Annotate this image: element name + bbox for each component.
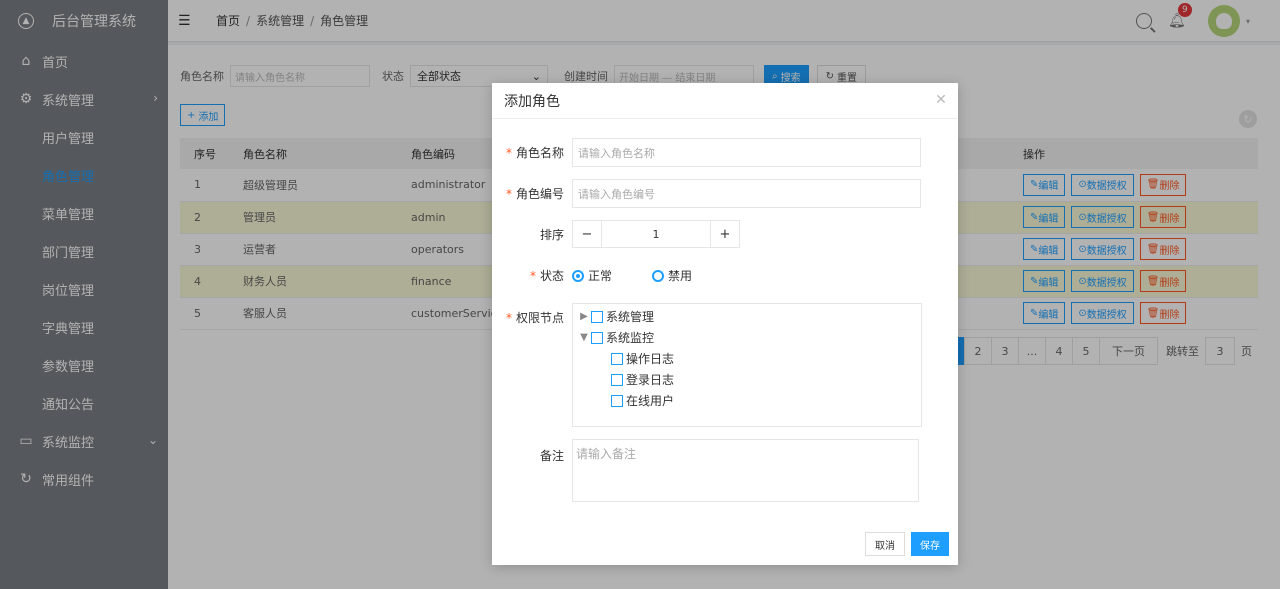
tree-node[interactable]: ▶ 系统管理 [573,306,921,327]
status-normal-radio[interactable]: 正常 [572,267,612,284]
radio-checked-icon [572,269,584,282]
cancel-button[interactable]: 取消 [865,532,905,556]
role-code-row: * 角色编号 请输入角色编号 [492,179,921,208]
remark-row: 备注 请输入备注 [492,439,919,502]
radio-unchecked-icon [652,269,665,282]
checkbox[interactable] [611,352,623,365]
sort-row: 排序 − 1 + [492,220,740,248]
sort-stepper: − 1 + [572,220,740,248]
tree-node[interactable]: ▼ 系统监控 [573,327,921,348]
checkbox[interactable] [611,373,623,386]
save-button[interactable]: 保存 [911,532,949,556]
tree-node[interactable]: 操作日志 [573,348,921,369]
role-name-row: * 角色名称 请输入角色名称 [492,138,921,167]
tree-node[interactable]: 在线用户 [573,390,921,411]
status-disabled-radio[interactable]: 禁用 [652,267,692,284]
role-code-input[interactable]: 请输入角色编号 [572,179,921,208]
status-row: * 状态 正常 禁用 [529,267,693,284]
tree-node[interactable]: 登录日志 [573,369,921,390]
sort-value[interactable]: 1 [601,221,711,247]
checkbox[interactable] [611,394,623,407]
permission-tree: ▶ 系统管理 ▼ 系统监控 操作日志 登录日志 在线用户 [572,303,922,427]
checkbox[interactable] [591,331,603,344]
dialog-header: 添加角色 ✕ [492,83,958,119]
remark-textarea[interactable]: 请输入备注 [572,439,919,502]
collapse-icon[interactable]: ▼ [577,332,591,343]
dialog-footer: 取消 保存 [859,532,949,556]
increment-button[interactable]: + [711,221,739,247]
permissions-row: * 权限节点 ▶ 系统管理 ▼ 系统监控 操作日志 登录日志 在线用户 [492,303,922,427]
expand-icon[interactable]: ▶ [577,311,591,322]
add-role-dialog: 添加角色 ✕ * 角色名称 请输入角色名称 * 角色编号 请输入角色编号 排序 − … [492,83,958,565]
dialog-title: 添加角色 [504,93,560,110]
role-name-input[interactable]: 请输入角色名称 [572,138,921,167]
decrement-button[interactable]: − [573,221,601,247]
checkbox[interactable] [591,310,603,323]
close-icon[interactable]: ✕ [934,93,948,107]
